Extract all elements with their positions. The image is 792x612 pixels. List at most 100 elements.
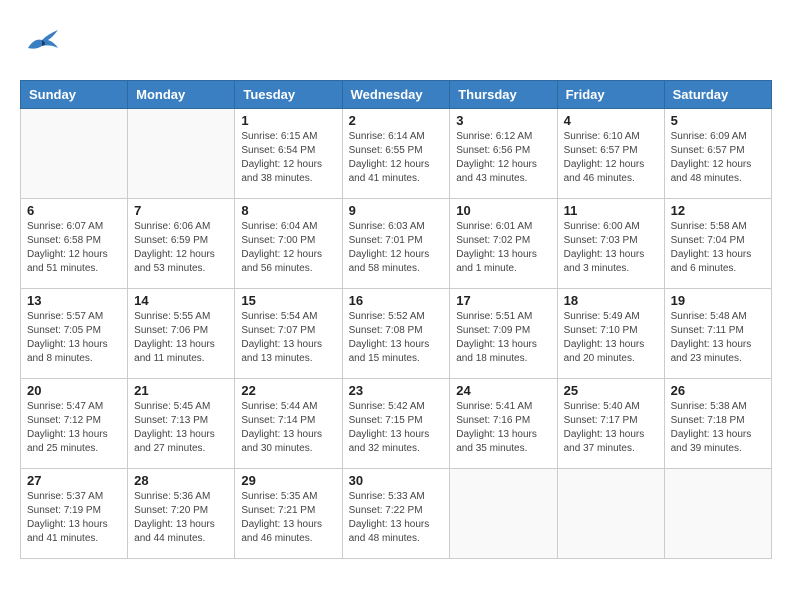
day-info: Sunrise: 6:06 AM Sunset: 6:59 PM Dayligh… — [134, 220, 228, 276]
day-number: 9 — [349, 203, 444, 218]
day-number: 3 — [456, 113, 550, 128]
calendar-cell — [557, 469, 664, 559]
day-number: 4 — [564, 113, 658, 128]
calendar-cell: 4 Sunrise: 6:10 AM Sunset: 6:57 PM Daylig… — [557, 109, 664, 199]
day-info: Sunrise: 5:42 AM Sunset: 7:15 PM Dayligh… — [349, 400, 444, 456]
day-number: 19 — [671, 293, 765, 308]
calendar-cell: 17 Sunrise: 5:51 AM Sunset: 7:09 PM Dayli… — [450, 289, 557, 379]
day-info: Sunrise: 5:44 AM Sunset: 7:14 PM Dayligh… — [241, 400, 335, 456]
day-number: 20 — [27, 383, 121, 398]
day-info: Sunrise: 5:38 AM Sunset: 7:18 PM Dayligh… — [671, 400, 765, 456]
day-number: 7 — [134, 203, 228, 218]
calendar-cell: 15 Sunrise: 5:54 AM Sunset: 7:07 PM Dayli… — [235, 289, 342, 379]
day-info: Sunrise: 5:35 AM Sunset: 7:21 PM Dayligh… — [241, 490, 335, 546]
day-info: Sunrise: 5:54 AM Sunset: 7:07 PM Dayligh… — [241, 310, 335, 366]
day-info: Sunrise: 6:07 AM Sunset: 6:58 PM Dayligh… — [27, 220, 121, 276]
calendar-header-friday: Friday — [557, 81, 664, 109]
calendar-cell: 12Sunrise: 5:58 AM Sunset: 7:04 PM Dayli… — [664, 199, 771, 289]
day-info: Sunrise: 5:57 AM Sunset: 7:05 PM Dayligh… — [27, 310, 121, 366]
day-info: Sunrise: 5:55 AM Sunset: 7:06 PM Dayligh… — [134, 310, 228, 366]
day-number: 8 — [241, 203, 335, 218]
day-number: 11 — [564, 203, 658, 218]
day-number: 27 — [27, 473, 121, 488]
calendar-header-thursday: Thursday — [450, 81, 557, 109]
day-info: Sunrise: 5:40 AM Sunset: 7:17 PM Dayligh… — [564, 400, 658, 456]
day-info: Sunrise: 5:49 AM Sunset: 7:10 PM Dayligh… — [564, 310, 658, 366]
day-info: Sunrise: 6:12 AM Sunset: 6:56 PM Dayligh… — [456, 130, 550, 186]
calendar-cell — [450, 469, 557, 559]
calendar-cell: 2 Sunrise: 6:14 AM Sunset: 6:55 PM Daylig… — [342, 109, 450, 199]
day-info: Sunrise: 5:45 AM Sunset: 7:13 PM Dayligh… — [134, 400, 228, 456]
calendar-header-monday: Monday — [128, 81, 235, 109]
calendar-cell: 8 Sunrise: 6:04 AM Sunset: 7:00 PM Daylig… — [235, 199, 342, 289]
calendar-cell: 19 Sunrise: 5:48 AM Sunset: 7:11 PM Dayli… — [664, 289, 771, 379]
calendar-cell — [21, 109, 128, 199]
day-info: Sunrise: 6:00 AM Sunset: 7:03 PM Dayligh… — [564, 220, 658, 276]
calendar-cell — [664, 469, 771, 559]
day-info: Sunrise: 5:48 AM Sunset: 7:11 PM Dayligh… — [671, 310, 765, 366]
day-number: 25 — [564, 383, 658, 398]
calendar-week-row: 20 Sunrise: 5:47 AM Sunset: 7:12 PM Dayli… — [21, 379, 772, 469]
calendar-cell: 18 Sunrise: 5:49 AM Sunset: 7:10 PM Dayli… — [557, 289, 664, 379]
day-info: Sunrise: 6:10 AM Sunset: 6:57 PM Dayligh… — [564, 130, 658, 186]
calendar-cell: 9 Sunrise: 6:03 AM Sunset: 7:01 PM Daylig… — [342, 199, 450, 289]
calendar-cell: 27 Sunrise: 5:37 AM Sunset: 7:19 PM Dayli… — [21, 469, 128, 559]
day-info: Sunrise: 6:15 AM Sunset: 6:54 PM Dayligh… — [241, 130, 335, 186]
calendar-cell: 3 Sunrise: 6:12 AM Sunset: 6:56 PM Daylig… — [450, 109, 557, 199]
calendar-header-row: SundayMondayTuesdayWednesdayThursdayFrid… — [21, 81, 772, 109]
day-info: Sunrise: 5:52 AM Sunset: 7:08 PM Dayligh… — [349, 310, 444, 366]
calendar-week-row: 27 Sunrise: 5:37 AM Sunset: 7:19 PM Dayli… — [21, 469, 772, 559]
day-info: Sunrise: 5:36 AM Sunset: 7:20 PM Dayligh… — [134, 490, 228, 546]
day-number: 17 — [456, 293, 550, 308]
day-number: 12 — [671, 203, 765, 218]
day-number: 23 — [349, 383, 444, 398]
day-info: Sunrise: 5:47 AM Sunset: 7:12 PM Dayligh… — [27, 400, 121, 456]
day-number: 26 — [671, 383, 765, 398]
day-number: 22 — [241, 383, 335, 398]
calendar-cell — [128, 109, 235, 199]
calendar-cell: 7 Sunrise: 6:06 AM Sunset: 6:59 PM Daylig… — [128, 199, 235, 289]
day-info: Sunrise: 6:01 AM Sunset: 7:02 PM Dayligh… — [456, 220, 550, 276]
day-info: Sunrise: 5:33 AM Sunset: 7:22 PM Dayligh… — [349, 490, 444, 546]
day-number: 13 — [27, 293, 121, 308]
day-info: Sunrise: 6:09 AM Sunset: 6:57 PM Dayligh… — [671, 130, 765, 186]
day-number: 30 — [349, 473, 444, 488]
calendar-cell: 16 Sunrise: 5:52 AM Sunset: 7:08 PM Dayli… — [342, 289, 450, 379]
calendar-cell: 30 Sunrise: 5:33 AM Sunset: 7:22 PM Dayli… — [342, 469, 450, 559]
calendar-cell: 20 Sunrise: 5:47 AM Sunset: 7:12 PM Dayli… — [21, 379, 128, 469]
calendar-cell: 11 Sunrise: 6:00 AM Sunset: 7:03 PM Dayli… — [557, 199, 664, 289]
day-number: 24 — [456, 383, 550, 398]
day-info: Sunrise: 5:37 AM Sunset: 7:19 PM Dayligh… — [27, 490, 121, 546]
day-info: Sunrise: 6:03 AM Sunset: 7:01 PM Dayligh… — [349, 220, 444, 276]
day-info: Sunrise: 5:51 AM Sunset: 7:09 PM Dayligh… — [456, 310, 550, 366]
calendar-cell: 1 Sunrise: 6:15 AM Sunset: 6:54 PM Daylig… — [235, 109, 342, 199]
calendar-cell: 13 Sunrise: 5:57 AM Sunset: 7:05 PM Dayli… — [21, 289, 128, 379]
day-number: 5 — [671, 113, 765, 128]
day-number: 1 — [241, 113, 335, 128]
calendar-cell: 21 Sunrise: 5:45 AM Sunset: 7:13 PM Dayli… — [128, 379, 235, 469]
day-number: 16 — [349, 293, 444, 308]
calendar-header-saturday: Saturday — [664, 81, 771, 109]
day-info: Sunrise: 6:14 AM Sunset: 6:55 PM Dayligh… — [349, 130, 444, 186]
calendar-header-sunday: Sunday — [21, 81, 128, 109]
day-number: 2 — [349, 113, 444, 128]
day-number: 15 — [241, 293, 335, 308]
calendar-week-row: 1 Sunrise: 6:15 AM Sunset: 6:54 PM Daylig… — [21, 109, 772, 199]
calendar-cell: 6Sunrise: 6:07 AM Sunset: 6:58 PM Daylig… — [21, 199, 128, 289]
calendar-cell: 22 Sunrise: 5:44 AM Sunset: 7:14 PM Dayli… — [235, 379, 342, 469]
calendar-week-row: 6Sunrise: 6:07 AM Sunset: 6:58 PM Daylig… — [21, 199, 772, 289]
calendar-header-tuesday: Tuesday — [235, 81, 342, 109]
calendar-cell: 25 Sunrise: 5:40 AM Sunset: 7:17 PM Dayli… — [557, 379, 664, 469]
calendar-table: SundayMondayTuesdayWednesdayThursdayFrid… — [20, 80, 772, 559]
calendar-cell: 24Sunrise: 5:41 AM Sunset: 7:16 PM Dayli… — [450, 379, 557, 469]
logo — [20, 20, 68, 64]
day-number: 29 — [241, 473, 335, 488]
logo-icon — [20, 20, 64, 64]
calendar-cell: 5 Sunrise: 6:09 AM Sunset: 6:57 PM Daylig… — [664, 109, 771, 199]
calendar-cell: 23 Sunrise: 5:42 AM Sunset: 7:15 PM Dayli… — [342, 379, 450, 469]
day-number: 21 — [134, 383, 228, 398]
calendar-cell: 10Sunrise: 6:01 AM Sunset: 7:02 PM Dayli… — [450, 199, 557, 289]
day-info: Sunrise: 6:04 AM Sunset: 7:00 PM Dayligh… — [241, 220, 335, 276]
day-number: 18 — [564, 293, 658, 308]
calendar-cell: 29 Sunrise: 5:35 AM Sunset: 7:21 PM Dayli… — [235, 469, 342, 559]
